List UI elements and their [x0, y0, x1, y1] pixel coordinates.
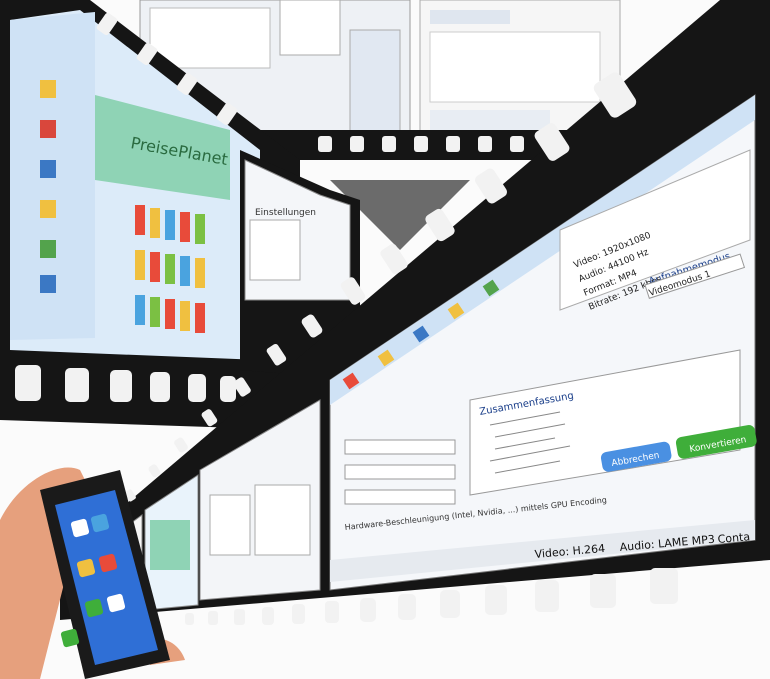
collage-illustration: PreisePlanet Einstellungen Video: 1920x1…	[0, 0, 770, 679]
input-field[interactable]	[344, 439, 456, 455]
form-fields	[344, 439, 456, 505]
input-field[interactable]	[344, 464, 456, 480]
film-strip-collage: PreisePlanet Einstellungen Video: 1920x1…	[0, 0, 770, 679]
side-window-label: Einstellungen	[255, 208, 316, 218]
input-field[interactable]	[344, 489, 456, 505]
